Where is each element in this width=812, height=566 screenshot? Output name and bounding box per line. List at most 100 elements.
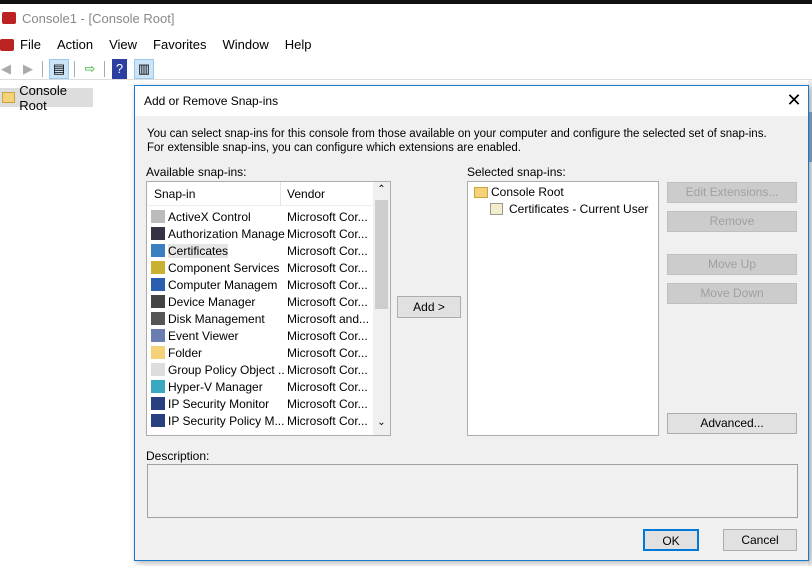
forward-arrow-icon[interactable]: ▶ xyxy=(18,59,38,79)
tree-item-label: Console Root xyxy=(491,185,564,199)
scroll-up-arrow[interactable]: ⌃ xyxy=(373,184,390,195)
list-item[interactable]: Authorization Manager Microsoft Cor... xyxy=(151,225,373,242)
toolbar: ◀ ▶ ▤ ⇨ ? ▥ xyxy=(0,58,812,80)
snapin-name: Disk Management xyxy=(168,311,265,326)
snapin-vendor: Microsoft Cor... xyxy=(287,277,368,292)
selected-label: Selected snap-ins: xyxy=(467,165,566,179)
folder-icon xyxy=(151,346,165,359)
list-item[interactable]: IP Security Policy M... Microsoft Cor... xyxy=(151,412,373,429)
snapin-name: Device Manager xyxy=(168,294,256,309)
snapin-vendor: Microsoft Cor... xyxy=(287,260,368,275)
authorization-icon xyxy=(151,227,165,240)
show-hide-tree-icon[interactable]: ▤ xyxy=(49,59,69,79)
event-viewer-icon xyxy=(151,329,165,342)
list-item[interactable]: ActiveX Control Microsoft Cor... xyxy=(151,208,373,225)
toolbar-separator xyxy=(42,61,43,77)
description-label: Description: xyxy=(146,449,210,463)
selected-item-certificates[interactable]: Certificates - Current User xyxy=(490,202,648,216)
list-item[interactable]: Component Services Microsoft Cor... xyxy=(151,259,373,276)
list-item[interactable]: Folder Microsoft Cor... xyxy=(151,344,373,361)
list-item[interactable]: Event Viewer Microsoft Cor... xyxy=(151,327,373,344)
scrollbar-thumb[interactable] xyxy=(375,200,388,309)
list-item[interactable]: Disk Management Microsoft and... xyxy=(151,310,373,327)
move-up-button[interactable]: Move Up xyxy=(667,254,797,275)
snapin-vendor: Microsoft Cor... xyxy=(287,226,368,241)
list-item[interactable]: IP Security Monitor Microsoft Cor... xyxy=(151,395,373,412)
menu-favorites[interactable]: Favorites xyxy=(145,36,214,54)
menu-window[interactable]: Window xyxy=(215,36,277,54)
snapin-name: Event Viewer xyxy=(168,328,239,343)
snapin-vendor: Microsoft Cor... xyxy=(287,328,368,343)
folder-icon xyxy=(2,92,16,103)
group-policy-icon xyxy=(151,363,165,376)
snapin-vendor: Microsoft Cor... xyxy=(287,209,368,224)
ip-security-icon xyxy=(151,397,165,410)
snapin-vendor: Microsoft Cor... xyxy=(287,362,368,377)
back-arrow-icon[interactable]: ◀ xyxy=(0,59,16,79)
edit-extensions-button[interactable]: Edit Extensions... xyxy=(667,182,797,203)
scroll-down-arrow[interactable]: ⌄ xyxy=(373,417,390,428)
dialog-title-bar: Add or Remove Snap-ins ✕ xyxy=(135,86,808,116)
snapin-vendor: Microsoft Cor... xyxy=(287,379,368,394)
export-list-icon[interactable]: ⇨ xyxy=(80,59,100,79)
list-item[interactable]: Device Manager Microsoft Cor... xyxy=(151,293,373,310)
tree-item-console-root[interactable]: Console Root xyxy=(0,83,93,113)
menu-action[interactable]: Action xyxy=(49,36,101,54)
snapin-name: Folder xyxy=(168,345,203,360)
snapin-name: Component Services xyxy=(168,260,280,275)
disk-icon xyxy=(151,312,165,325)
certificate-icon xyxy=(151,244,165,257)
list-header: Snap-in Vendor xyxy=(147,182,373,206)
show-hide-action-pane-icon[interactable]: ▥ xyxy=(134,59,154,79)
column-header-snapin[interactable]: Snap-in xyxy=(147,182,281,206)
remove-button[interactable]: Remove xyxy=(667,211,797,232)
tree-item-label: Certificates - Current User xyxy=(509,202,649,216)
snapin-vendor: Microsoft Cor... xyxy=(287,396,368,411)
vertical-scrollbar[interactable]: ⌃ ⌄ xyxy=(373,182,390,435)
intro-text: You can select snap-ins for this console… xyxy=(147,128,767,154)
tree-item-label: Console Root xyxy=(19,82,67,113)
ip-security-policy-icon xyxy=(151,414,165,427)
add-button[interactable]: Add > xyxy=(397,296,461,318)
move-down-button[interactable]: Move Down xyxy=(667,283,797,304)
help-icon[interactable]: ? xyxy=(112,59,127,79)
device-manager-icon xyxy=(151,295,165,308)
snapin-vendor: Microsoft and... xyxy=(287,311,370,326)
snapin-name: Authorization Manager xyxy=(168,226,285,241)
snapin-name: IP Security Policy M... xyxy=(168,413,285,428)
column-header-vendor[interactable]: Vendor xyxy=(281,187,325,201)
snapin-vendor: Microsoft Cor... xyxy=(287,413,368,428)
snapin-name: IP Security Monitor xyxy=(168,396,270,411)
advanced-button[interactable]: Advanced... xyxy=(667,413,797,434)
menu-view[interactable]: View xyxy=(101,36,145,54)
component-services-icon xyxy=(151,261,165,274)
menu-file[interactable]: File xyxy=(12,36,49,54)
available-label: Available snap-ins: xyxy=(146,165,247,179)
close-icon[interactable]: ✕ xyxy=(783,89,805,111)
snapin-vendor: Microsoft Cor... xyxy=(287,243,368,258)
list-item[interactable]: Group Policy Object ... Microsoft Cor... xyxy=(151,361,373,378)
available-snapins-list[interactable]: Snap-in Vendor ActiveX Control Microsoft … xyxy=(146,181,391,436)
snapin-name: Computer Managem xyxy=(168,277,278,292)
toolbar-separator xyxy=(104,61,105,77)
add-remove-snapins-dialog: Add or Remove Snap-ins ✕ You can select … xyxy=(134,85,809,561)
dialog-title: Add or Remove Snap-ins xyxy=(144,94,279,108)
window-title: Console1 - [Console Root] xyxy=(22,11,175,26)
ok-button[interactable]: OK xyxy=(643,529,699,551)
list-item[interactable]: Computer Managem Microsoft Cor... xyxy=(151,276,373,293)
selected-item-console-root[interactable]: Console Root xyxy=(474,185,564,199)
screen-top-edge xyxy=(0,0,812,4)
menu-help[interactable]: Help xyxy=(277,36,320,54)
description-box xyxy=(147,464,798,518)
list-item[interactable]: Hyper-V Manager Microsoft Cor... xyxy=(151,378,373,395)
computer-management-icon xyxy=(151,278,165,291)
snapin-name: ActiveX Control xyxy=(168,209,251,224)
snapin-vendor: Microsoft Cor... xyxy=(287,294,368,309)
activex-icon xyxy=(151,210,165,223)
cancel-button[interactable]: Cancel xyxy=(723,529,797,551)
selected-snapins-tree[interactable]: Console Root Certificates - Current User xyxy=(467,181,659,436)
menu-bar: File Action View Favorites Window Help xyxy=(12,36,320,54)
list-item[interactable]: Certificates Microsoft Cor... xyxy=(151,242,373,259)
snapin-name: Certificates xyxy=(168,243,229,258)
snapin-name: Group Policy Object ... xyxy=(168,362,285,377)
